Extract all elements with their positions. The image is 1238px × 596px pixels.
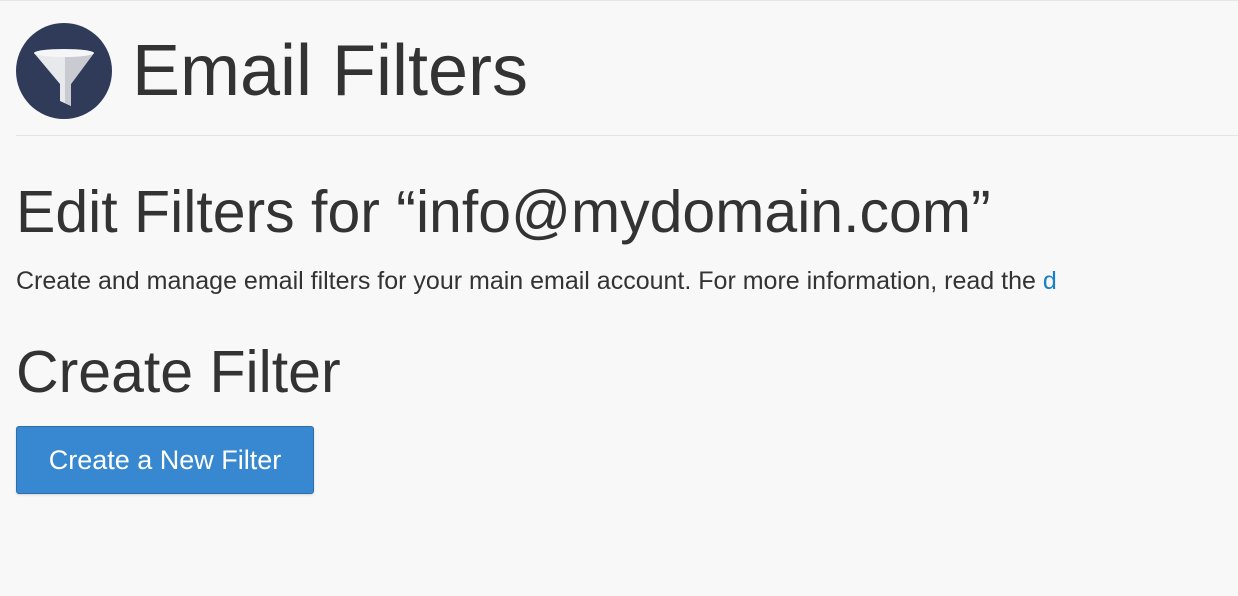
- header-divider: [16, 135, 1238, 136]
- create-filter-heading: Create Filter: [16, 339, 341, 405]
- edit-filters-description: Create and manage email filters for your…: [16, 266, 1238, 296]
- top-border: [0, 0, 1238, 1]
- funnel-icon: [16, 23, 112, 119]
- page-header: Email Filters: [16, 22, 528, 120]
- create-new-filter-button[interactable]: Create a New Filter: [16, 426, 314, 494]
- page-title: Email Filters: [132, 31, 529, 111]
- documentation-link[interactable]: d: [1043, 267, 1057, 295]
- description-text: Create and manage email filters for your…: [16, 267, 1043, 295]
- email-filters-page: Email Filters Edit Filters for “info@myd…: [0, 0, 1238, 596]
- edit-filters-heading: Edit Filters for “info@mydomain.com”: [16, 179, 991, 245]
